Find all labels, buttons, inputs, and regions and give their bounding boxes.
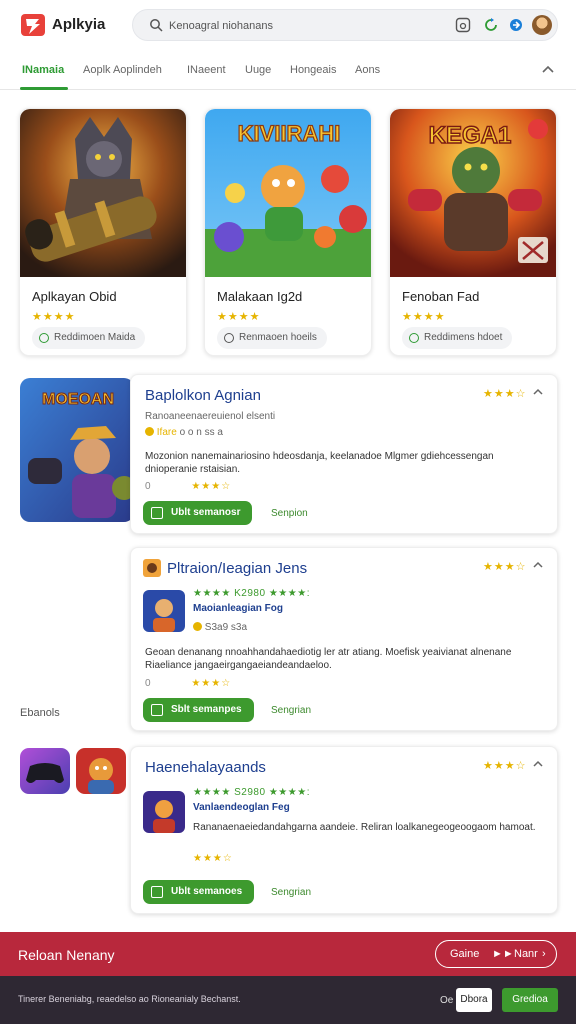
cookie-text: Tinerer Beneniabg, reaedelso ao Rioneani… (18, 994, 241, 1004)
game-card[interactable]: KEGA1 Fenoban Fad ★★★★ Reddimens hdoet (389, 108, 557, 356)
app-header: Aplkyia (0, 0, 576, 50)
search-icon (150, 19, 163, 32)
card-description: Geoan denanang nnoahhandahaediotig ler a… (145, 647, 512, 671)
art-title-text: KIVIIRAHI (238, 121, 341, 146)
card-title: Pltraion/Ieagian Jens (167, 560, 308, 577)
chevron-up-icon[interactable] (531, 757, 545, 771)
install-button[interactable]: Sblt semanpes (143, 698, 254, 722)
star-rating: ★★★★ (32, 311, 76, 323)
app-rating: ★★★★ K2980 ★★★★: (193, 588, 310, 599)
fast-forward-icon: ►► (492, 948, 514, 960)
checkbox-icon (151, 886, 163, 898)
refresh-icon[interactable] (482, 16, 500, 34)
category-tabs: INamaia Aoplk Aoplindeh INaeent Uuge Hon… (0, 52, 576, 90)
coin-icon (193, 622, 202, 631)
tab-games[interactable]: Uuge (245, 64, 271, 76)
game-title: Malakaan Ig2d (217, 289, 303, 304)
game-art-cartoon-heroes: KIVIIRAHI (205, 109, 371, 277)
app-name[interactable]: Vanlaendeoglan Feg (193, 802, 290, 813)
gamepad-thumbnail[interactable] (20, 748, 70, 794)
game-art-gamer-monster: KEGA1 (390, 109, 556, 277)
app-icon (143, 559, 161, 577)
secondary-link[interactable]: Senpion (271, 508, 308, 519)
chevron-up-icon[interactable] (531, 558, 545, 572)
decline-button[interactable]: Dbora (456, 988, 492, 1012)
star-rating: ★★★★ (402, 311, 446, 323)
avatar[interactable] (532, 15, 552, 35)
promo-button[interactable]: Gaine ►► Nanr › (435, 940, 557, 968)
recommend-pill[interactable]: Renmaoen hoeils (217, 327, 327, 349)
cookie-bar: Tinerer Beneniabg, reaedelso ao Rioneani… (0, 976, 576, 1024)
art-title-text: KEGA1 (429, 122, 512, 149)
circle-icon (409, 333, 419, 343)
chevron-right-icon: › (542, 948, 546, 960)
meta-row: Ifare o o n ss a (145, 427, 223, 438)
recommend-pill[interactable]: Reddimoen Maida (32, 327, 146, 349)
tab-home[interactable]: INamaia (22, 64, 64, 76)
game-art-cannon-warrior (20, 109, 186, 277)
app-rating: ★★★★ S2980 ★★★★: (193, 787, 310, 798)
app-logo-icon[interactable] (20, 12, 46, 38)
rating-row: 0 ★★★☆ (145, 481, 232, 492)
checkbox-icon (151, 704, 163, 716)
circle-icon (39, 333, 49, 343)
app-thumbnail[interactable] (143, 590, 185, 632)
star-rating: ★★★★ (217, 311, 261, 323)
circle-icon (224, 333, 234, 343)
app-name[interactable]: Maoianleagian Fog (193, 603, 283, 614)
accept-button[interactable]: Gredioa (502, 988, 558, 1012)
art-title-text: MOEOAN (42, 391, 114, 408)
star-rating: ★★★☆ (483, 561, 527, 573)
app-detail-card: Pltraion/Ieagian Jens ★★★☆ ★★★★ K2980 ★★… (130, 547, 558, 731)
game-title: Fenoban Fad (402, 289, 480, 304)
recommend-pill[interactable]: Reddimens hdoet (402, 327, 513, 349)
secondary-link[interactable]: Sengrian (271, 887, 311, 898)
share-icon[interactable] (507, 16, 525, 34)
game-card[interactable]: KIVIIRAHI Malakaan Ig2d ★★★★ Renmaoen ho… (204, 108, 372, 356)
tab-categories[interactable]: Hongeais (290, 64, 336, 76)
subline: Ranoaneenaereuienol elsenti (145, 411, 276, 422)
tab-more[interactable]: Aons (355, 64, 380, 76)
active-tab-indicator (20, 87, 68, 90)
app-detail-card: Haenehalayaands ★★★☆ ★★★★ S2980 ★★★★: Va… (130, 746, 558, 914)
game-title: Aplkayan Obid (32, 289, 117, 304)
chevron-up-icon[interactable] (540, 62, 556, 78)
install-button[interactable]: Ublt semanoes (143, 880, 255, 904)
section-label: Ebanols (20, 707, 60, 719)
game-thumbnail[interactable] (76, 748, 126, 794)
star-rating: ★★★☆ (483, 388, 527, 400)
card-description: Mozonion nanemainariosino hdeosdanja, ke… (145, 451, 494, 475)
coin-icon (145, 427, 154, 436)
rating-row: 0 ★★★☆ (145, 678, 232, 689)
app-meta: S3a9 s3a (193, 622, 247, 633)
gamepad-icon (26, 763, 64, 783)
rating-row: ★★★☆ (193, 853, 233, 864)
card-title: Baplolkon Agnian (145, 387, 261, 404)
cancel-link[interactable]: Oe (440, 995, 453, 1006)
install-button[interactable]: Ublt semanosr (143, 501, 253, 525)
featured-game-thumbnail[interactable]: MOEOAN (20, 378, 134, 522)
search-input[interactable] (169, 16, 419, 36)
game-card[interactable]: Aplkayan Obid ★★★★ Reddimoen Maida (19, 108, 187, 356)
app-detail-card: Baplolkon Agnian ★★★☆ Ranoaneenaereuieno… (130, 374, 558, 534)
checkbox-icon (151, 507, 163, 519)
brand-name: Aplkyia (52, 16, 106, 33)
secondary-link[interactable]: Sengrian (271, 705, 311, 716)
chevron-up-icon[interactable] (531, 385, 545, 399)
tab-apps[interactable]: Aoplk Aoplindeh (83, 64, 162, 76)
promo-bar: Reloan Nenany Gaine ►► Nanr › (0, 932, 576, 976)
card-description: Rananaenaeiedandahgarna aandeie. Reliran… (193, 822, 536, 833)
emoji-icon[interactable] (454, 16, 472, 34)
app-thumbnail[interactable] (143, 791, 185, 833)
tab-recent[interactable]: INaeent (187, 64, 226, 76)
promo-text: Reloan Nenany (18, 947, 115, 963)
card-title: Haenehalayaands (145, 759, 266, 776)
star-rating: ★★★☆ (483, 760, 527, 772)
